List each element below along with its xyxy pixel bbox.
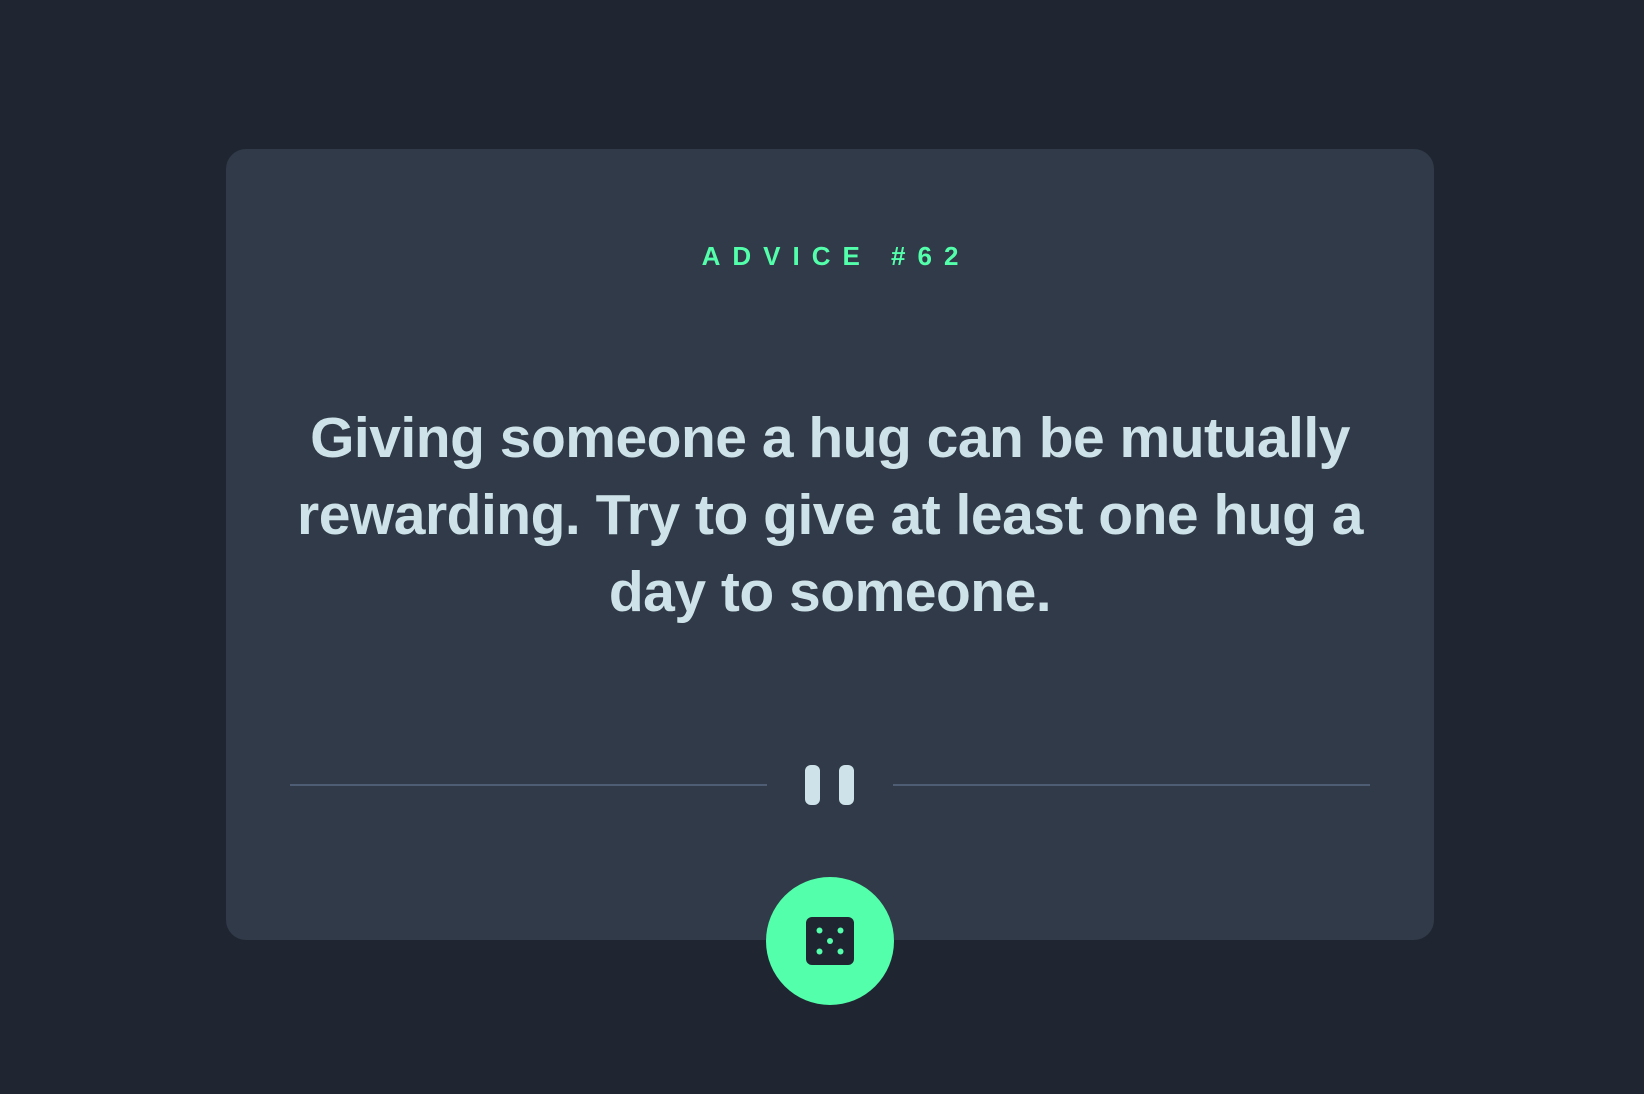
divider-line-left <box>290 784 767 786</box>
dice-icon <box>806 917 854 965</box>
generate-advice-button[interactable] <box>766 877 894 1005</box>
pause-bar-left <box>805 765 820 805</box>
pause-icon <box>805 765 855 805</box>
advice-quote: Giving someone a hug can be mutually rew… <box>297 406 1363 624</box>
pause-bar-right <box>839 765 854 805</box>
advice-card: ADVICE #62 Giving someone a hug can be m… <box>226 149 1434 940</box>
advice-number: ADVICE #62 <box>701 241 971 271</box>
divider-line-right <box>893 784 1370 786</box>
